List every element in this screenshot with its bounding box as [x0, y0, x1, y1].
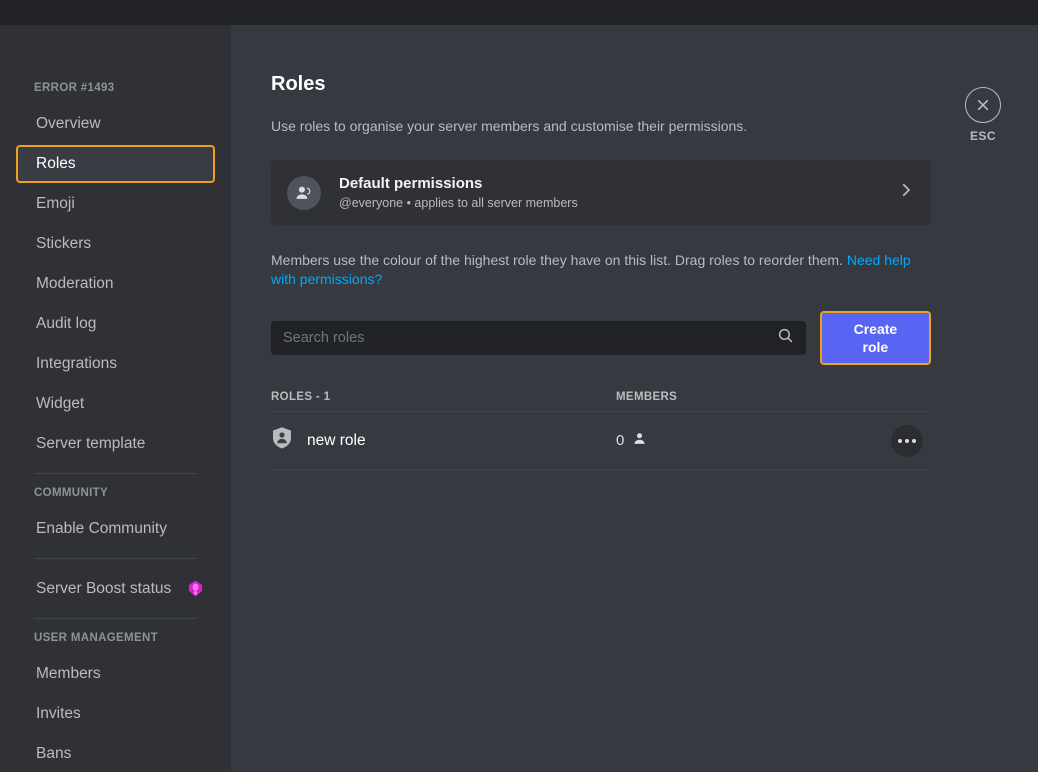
table-row[interactable]: new role 0 [271, 412, 931, 470]
sidebar-item-emoji[interactable]: Emoji [16, 185, 215, 223]
sidebar-item-label: Integrations [36, 355, 117, 372]
sidebar-divider [34, 473, 197, 474]
sidebar-item-label: Widget [36, 395, 85, 412]
settings-main-panel: Roles Use roles to organise your server … [231, 25, 1038, 772]
sidebar-item-integrations[interactable]: Integrations [16, 345, 215, 383]
sidebar-item-label: Enable Community [36, 520, 167, 537]
role-shield-icon [271, 426, 293, 455]
default-permissions-texts: Default permissions @everyone • applies … [339, 174, 897, 211]
sidebar-item-moderation[interactable]: Moderation [16, 265, 215, 303]
page-title: Roles [271, 73, 326, 95]
dot [912, 438, 916, 443]
dot [898, 438, 902, 443]
sidebar-item-widget[interactable]: Widget [16, 385, 215, 423]
create-role-button[interactable]: Create role [819, 311, 931, 365]
sidebar-item-overview[interactable]: Overview [16, 105, 215, 143]
sidebar-user-management-header: USER MANAGEMENT [34, 632, 159, 644]
sidebar-item-server-boost-status[interactable]: Server Boost status [16, 570, 215, 608]
roles-table-header: ROLES - 1 MEMBERS [271, 391, 931, 411]
sidebar-item-members[interactable]: Members [16, 655, 215, 693]
sidebar-item-label: Server Boost status [36, 580, 172, 597]
sidebar-community-header: COMMUNITY [34, 487, 109, 499]
sidebar-item-label: Overview [36, 115, 101, 132]
sidebar-item-bans[interactable]: Bans [16, 735, 215, 772]
sidebar-item-audit-log[interactable]: Audit log [16, 305, 215, 343]
sidebar-item-label: Audit log [36, 315, 97, 332]
sidebar-item-label: Moderation [36, 275, 114, 292]
sidebar-item-invites[interactable]: Invites [16, 695, 215, 733]
default-permissions-card[interactable]: Default permissions @everyone • applies … [271, 160, 931, 225]
roles-hint-body: Members use the colour of the highest ro… [271, 252, 847, 268]
sidebar-item-stickers[interactable]: Stickers [16, 225, 215, 263]
sidebar-item-label: Invites [36, 705, 81, 722]
column-header-roles: ROLES - 1 [271, 391, 331, 403]
role-member-count: 0 [616, 432, 625, 449]
sidebar-item-label: Roles [36, 155, 76, 172]
roles-table: ROLES - 1 MEMBERS new role 0 [271, 391, 931, 470]
sidebar-item-label: Bans [36, 745, 72, 762]
sidebar-item-label: Members [36, 665, 101, 682]
default-permissions-subtitle: @everyone • applies to all server member… [339, 196, 578, 210]
page-description: Use roles to organise your server member… [271, 118, 748, 134]
column-header-members: MEMBERS [616, 391, 678, 403]
dot [905, 438, 909, 443]
sidebar-item-server-template[interactable]: Server template [16, 425, 215, 463]
role-members-cell: 0 [616, 431, 816, 450]
boost-gem-icon [188, 580, 203, 597]
person-icon [632, 431, 647, 450]
esc-label: ESC [969, 129, 997, 143]
sidebar-divider [34, 558, 197, 559]
sidebar-item-enable-community[interactable]: Enable Community [16, 510, 215, 548]
search-icon [777, 327, 794, 349]
sidebar-divider [34, 618, 197, 619]
sidebar-item-label: Emoji [36, 195, 75, 212]
role-actions-cell [816, 424, 931, 457]
more-options-icon[interactable] [891, 424, 923, 457]
role-name-cell: new role [271, 426, 616, 455]
roles-toolbar: Create role [271, 311, 931, 365]
default-permissions-title: Default permissions [339, 175, 483, 192]
window-title-bar [0, 0, 1038, 25]
close-icon [965, 87, 1001, 123]
members-icon [287, 175, 321, 210]
search-input[interactable] [283, 321, 770, 355]
role-name: new role [307, 431, 366, 449]
sidebar-item-roles[interactable]: Roles [16, 145, 215, 183]
sidebar-item-label: Stickers [36, 235, 92, 252]
discord-server-settings-window: ERROR #1493 Overview Roles Emoji Sticker… [0, 0, 1038, 772]
settings-sidebar: ERROR #1493 Overview Roles Emoji Sticker… [0, 25, 231, 772]
close-settings-button[interactable]: ESC [953, 87, 1013, 143]
search-roles-box[interactable] [271, 321, 806, 355]
sidebar-item-label: Server template [36, 435, 146, 452]
sidebar-server-header: ERROR #1493 [34, 82, 115, 94]
roles-hint-text: Members use the colour of the highest ro… [271, 251, 926, 289]
chevron-right-icon [897, 181, 915, 204]
